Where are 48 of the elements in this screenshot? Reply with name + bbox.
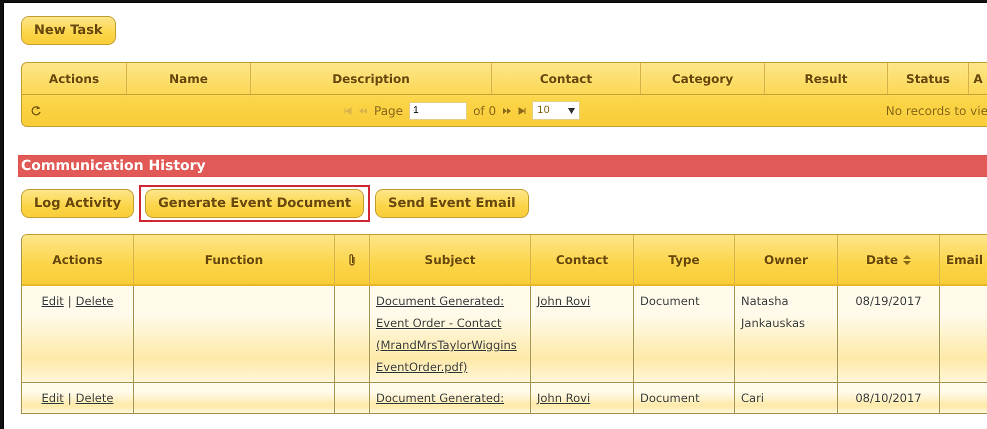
link-separator: |	[68, 391, 72, 405]
delete-link[interactable]: Delete	[76, 391, 114, 405]
column-header[interactable]: Actions	[22, 235, 134, 284]
column-header[interactable]: Contact	[492, 63, 641, 94]
column-header[interactable]: Subject	[370, 235, 531, 284]
column-header[interactable]: Description	[251, 63, 492, 94]
new-task-button[interactable]: New Task	[21, 16, 116, 45]
column-header[interactable]: Status	[888, 63, 969, 94]
contact-link[interactable]: John Rovi	[537, 294, 590, 308]
action-button[interactable]: Send Event Email	[375, 189, 529, 218]
last-page-icon[interactable]	[518, 106, 526, 114]
column-header[interactable]: Contact	[531, 235, 634, 284]
column-header[interactable]: Email	[940, 235, 987, 284]
action-button[interactable]: Log Activity	[21, 189, 134, 218]
subject-link[interactable]: Document Generated:	[376, 387, 524, 409]
date-cell: 08/19/2017	[838, 286, 940, 382]
dropdown-icon	[568, 108, 576, 114]
column-header[interactable]: Owner	[735, 235, 838, 284]
paperclip-icon	[348, 252, 356, 266]
column-header[interactable]: Category	[641, 63, 765, 94]
column-header[interactable]: Function	[134, 235, 335, 284]
sort-icon[interactable]	[902, 254, 911, 264]
edit-link[interactable]: Edit	[42, 391, 64, 405]
column-header[interactable]: Date	[866, 252, 898, 266]
link-separator: |	[68, 294, 72, 308]
date-cell: 08/10/2017	[838, 383, 940, 413]
contact-link[interactable]: John Rovi	[537, 391, 590, 405]
action-button[interactable]: Generate Event Document	[145, 189, 364, 218]
page-label: Page	[374, 104, 404, 118]
column-header[interactable]: Type	[634, 235, 735, 284]
page-count: of 0	[473, 104, 496, 118]
page-input[interactable]: 1	[409, 102, 468, 120]
delete-link[interactable]: Delete	[76, 294, 114, 308]
refresh-icon[interactable]	[30, 104, 42, 116]
owner-cell: Natasha Jankauskas	[735, 286, 838, 382]
next-page-icon[interactable]	[502, 106, 512, 114]
section-header: Communication History	[18, 155, 987, 177]
records-status: No records to vie	[886, 104, 987, 118]
column-header[interactable]: Name	[127, 63, 251, 94]
column-header[interactable]: Actions	[22, 63, 127, 94]
subject-link[interactable]: Document Generated: Event Order - Contact (MrandMrsTaylorWiggins EventOrder.pdf)	[376, 290, 524, 378]
edit-link[interactable]: Edit	[42, 294, 64, 308]
owner-cell: Cari	[735, 383, 838, 413]
column-header[interactable]: Result	[765, 63, 888, 94]
type-cell: Document	[634, 383, 735, 413]
column-header[interactable]: A	[969, 63, 987, 94]
type-cell: Document	[634, 286, 735, 382]
page-size-select[interactable]: 10	[532, 101, 580, 120]
